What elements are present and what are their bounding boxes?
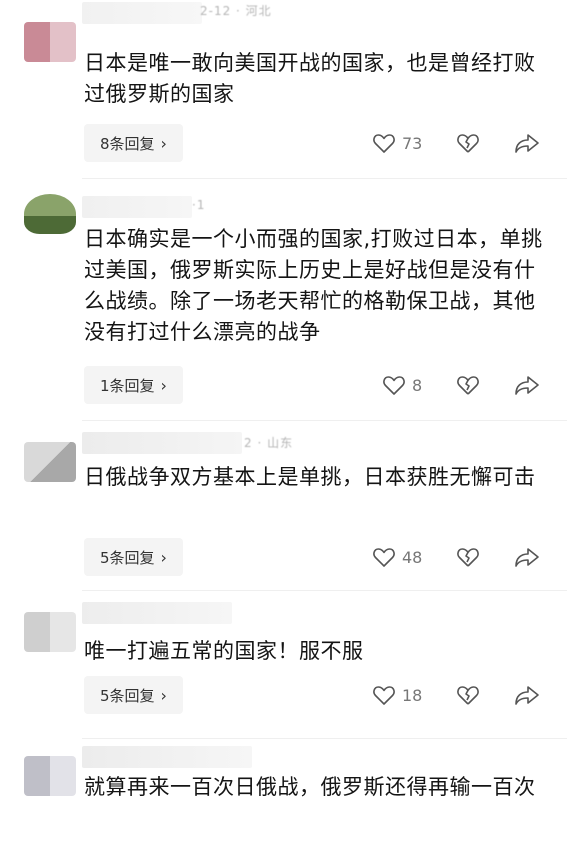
divider — [82, 590, 567, 591]
avatar[interactable] — [24, 756, 76, 796]
view-replies-button[interactable]: 5条回复 › — [84, 676, 183, 714]
heart-outline-icon — [372, 132, 396, 154]
username-redacted — [82, 196, 192, 218]
comment-meta: 2 · 山东 — [244, 436, 294, 450]
chevron-right-icon: › — [160, 133, 167, 153]
like-count: 73 — [402, 133, 423, 153]
avatar[interactable] — [24, 22, 76, 62]
dislike-button[interactable] — [456, 684, 480, 706]
share-arrow-icon — [514, 684, 540, 706]
share-button[interactable] — [514, 546, 540, 568]
comment-text: 日俄战争双方基本上是单挑，日本获胜无懈可击 — [84, 465, 536, 489]
chevron-right-icon: › — [160, 685, 167, 705]
comment-text: 日本确实是一个小而强的国家,打败过日本，单挑过美国，俄罗斯实际上历史上是好战但是… — [84, 227, 543, 344]
chevron-right-icon: › — [160, 375, 167, 395]
comment-item: 2-12 · 河北 日本是唯一敢向美国开战的国家，也是曾经打败过俄罗斯的国家 8… — [0, 0, 567, 170]
reply-count: 5条回复 — [100, 548, 155, 567]
comment-item: ·1 日本确实是一个小而强的国家,打败过日本，单挑过美国，俄罗斯实际上历史上是好… — [0, 190, 567, 420]
broken-heart-icon — [456, 684, 480, 706]
username-redacted — [82, 746, 252, 768]
view-replies-button[interactable]: 8条回复 › — [84, 124, 183, 162]
share-button[interactable] — [514, 132, 540, 154]
comment-meta: 2-12 · 河北 — [200, 4, 272, 18]
avatar[interactable] — [24, 612, 76, 652]
heart-outline-icon — [382, 374, 406, 396]
like-count: 48 — [402, 547, 423, 567]
dislike-button[interactable] — [456, 374, 480, 396]
like-count: 8 — [412, 375, 423, 395]
comment-item: 2 · 山东 日俄战争双方基本上是单挑，日本获胜无懈可击 5条回复 › 48 — [0, 424, 567, 596]
comment-text: 就算再来一百次日俄战，俄罗斯还得再输一百次 — [84, 775, 536, 799]
avatar[interactable] — [24, 194, 76, 234]
share-arrow-icon — [514, 132, 540, 154]
reply-count: 8条回复 — [100, 134, 155, 153]
username-redacted — [82, 2, 202, 24]
divider — [82, 420, 567, 421]
broken-heart-icon — [456, 546, 480, 568]
comment-meta: ·1 — [192, 198, 206, 212]
comment-text: 日本是唯一敢向美国开战的国家，也是曾经打败过俄罗斯的国家 — [84, 51, 536, 106]
username-redacted — [82, 602, 232, 624]
view-replies-button[interactable]: 5条回复 › — [84, 538, 183, 576]
reply-count: 5条回复 — [100, 686, 155, 705]
like-button[interactable]: 18 — [372, 684, 422, 706]
like-button[interactable]: 73 — [372, 132, 422, 154]
username-redacted — [82, 432, 242, 454]
heart-outline-icon — [372, 546, 396, 568]
comment-item: 唯一打遍五常的国家！服不服 5条回复 › 18 — [0, 596, 567, 736]
divider — [82, 178, 567, 179]
share-arrow-icon — [514, 546, 540, 568]
broken-heart-icon — [456, 374, 480, 396]
divider — [82, 738, 567, 739]
dislike-button[interactable] — [456, 546, 480, 568]
comment-item: 就算再来一百次日俄战，俄罗斯还得再输一百次 — [0, 742, 567, 848]
view-replies-button[interactable]: 1条回复 › — [84, 366, 183, 404]
share-button[interactable] — [514, 684, 540, 706]
reply-count: 1条回复 — [100, 376, 155, 395]
like-count: 18 — [402, 685, 423, 705]
share-button[interactable] — [514, 374, 540, 396]
heart-outline-icon — [372, 684, 396, 706]
dislike-button[interactable] — [456, 132, 480, 154]
broken-heart-icon — [456, 132, 480, 154]
comment-text: 唯一打遍五常的国家！服不服 — [84, 639, 364, 663]
like-button[interactable]: 8 — [382, 374, 422, 396]
share-arrow-icon — [514, 374, 540, 396]
avatar[interactable] — [24, 442, 76, 482]
like-button[interactable]: 48 — [372, 546, 422, 568]
chevron-right-icon: › — [160, 547, 167, 567]
